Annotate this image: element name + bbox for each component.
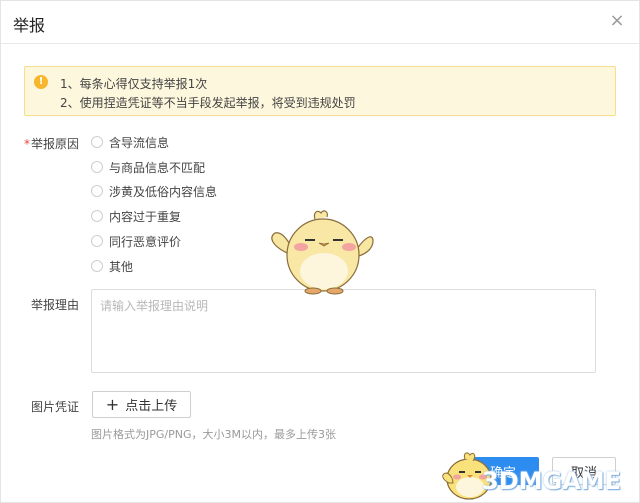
required-mark: * — [23, 137, 30, 151]
radio-button[interactable] — [91, 161, 103, 173]
radio-option-vulgar[interactable]: 涉黄及低俗内容信息 — [91, 182, 217, 200]
radio-option-diversion[interactable]: 含导流信息 — [91, 133, 169, 151]
watermark-text: 3DMGAME — [482, 467, 622, 495]
radio-button[interactable] — [91, 185, 103, 197]
upload-hint: 图片格式为JPG/PNG，大小3M以内，最多上传3张 — [91, 428, 336, 441]
report-dialog: 举报 × ! 1、每条心得仅支持举报1次 2、使用捏造凭证等不当手段发起举报，将… — [0, 0, 640, 503]
radio-option-duplicate[interactable]: 内容过于重复 — [91, 207, 181, 225]
notice-alert: ! 1、每条心得仅支持举报1次 2、使用捏造凭证等不当手段发起举报，将受到违规处… — [24, 66, 616, 116]
reason-textarea[interactable] — [91, 289, 596, 373]
detail-label: 举报理由 — [30, 298, 79, 312]
radio-label: 与商品信息不匹配 — [109, 160, 206, 175]
chick-mascot-icon — [271, 210, 374, 295]
reason-label: *举报原因 — [1, 135, 79, 152]
radio-button[interactable] — [91, 260, 103, 272]
evidence-label: 图片凭证 — [30, 400, 79, 414]
radio-button[interactable] — [91, 136, 103, 148]
radio-label: 涉黄及低俗内容信息 — [109, 184, 218, 199]
radio-label: 其他 — [109, 259, 134, 274]
upload-button[interactable]: + 点击上传 — [92, 391, 191, 418]
radio-option-mismatch[interactable]: 与商品信息不匹配 — [91, 158, 205, 176]
radio-option-malicious[interactable]: 同行恶意评价 — [91, 232, 181, 250]
radio-option-other[interactable]: 其他 — [91, 257, 133, 275]
warning-icon: ! — [34, 75, 48, 89]
dialog-title: 举报 — [13, 16, 46, 35]
radio-label: 内容过于重复 — [109, 209, 182, 224]
reason-label-text: 举报原因 — [30, 137, 79, 151]
radio-label: 含导流信息 — [109, 135, 170, 150]
upload-button-label: 点击上传 — [125, 399, 178, 414]
close-icon[interactable]: × — [607, 11, 627, 31]
plus-icon: + — [105, 394, 120, 414]
radio-button[interactable] — [91, 235, 103, 247]
radio-label: 同行恶意评价 — [109, 234, 182, 249]
notice-line-1: 1、每条心得仅支持举报1次 — [60, 77, 208, 91]
dialog-header: 举报 × — [1, 1, 639, 44]
notice-line-2: 2、使用捏造凭证等不当手段发起举报，将受到违规处罚 — [60, 96, 356, 110]
radio-button[interactable] — [91, 210, 103, 222]
